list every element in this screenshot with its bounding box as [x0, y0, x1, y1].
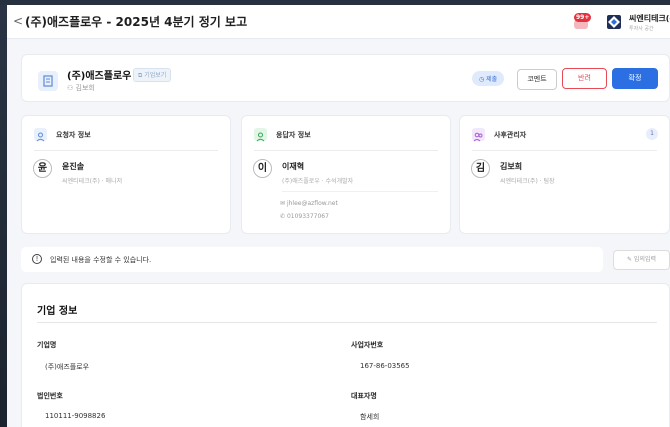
report-summary-card: (주)애즈플로우 ⧉ 기업보기 ⚇ 김보희 ◷ 제출 코멘트 반려 확정	[21, 54, 670, 102]
avatar: 윤	[33, 159, 52, 178]
temp-input-button[interactable]: ✎ 임의입력	[613, 250, 670, 270]
page-header: < (주)애즈플로우 - 2025년 4분기 정기 보고 99+ 씨엔티테크(주…	[7, 5, 670, 39]
reject-button[interactable]: 반려	[562, 68, 607, 89]
field-value: 110111-9098826	[45, 412, 106, 420]
respondent-email-text: jhlee@azflow.net	[286, 200, 338, 207]
manager-name: 김보희	[500, 162, 523, 171]
field-label: 법인번호	[37, 392, 63, 400]
company-info-card: 기업 정보 기업명 (주)애즈플로우 사업자번호 167-86-03565 법인…	[21, 283, 670, 427]
company-info-title: 기업 정보	[37, 306, 78, 317]
respondent-name: 이재혁	[282, 162, 305, 171]
requester-name: 윤진솔	[62, 162, 85, 171]
mail-icon: ✉	[280, 200, 287, 207]
respondent-phone-text: 01093377067	[286, 213, 329, 220]
pencil-icon: ✎	[626, 256, 634, 263]
user-icon	[254, 128, 267, 142]
divider	[37, 322, 657, 323]
status-badge: ◷ 제출	[472, 71, 505, 86]
divider	[254, 150, 438, 151]
report-company-name: (주)애즈플로우	[67, 71, 132, 82]
field-label: 사업자번호	[351, 341, 384, 349]
field-value: (주)애즈플로우	[45, 363, 90, 371]
building-icon	[38, 71, 58, 91]
comment-button[interactable]: 코멘트	[517, 69, 557, 90]
temp-input-label: 임의입력	[633, 256, 657, 263]
edit-notice-text: 입력된 내용을 수정할 수 있습니다.	[50, 256, 152, 264]
report-person: ⚇ 김보희	[67, 83, 95, 93]
field-label: 기업명	[37, 341, 57, 349]
company-switcher[interactable]: 씨엔티테크(주)	[629, 13, 670, 24]
manager-count-badge: 1	[646, 128, 658, 140]
view-company-link[interactable]: ⧉ 기업보기	[133, 68, 172, 82]
edit-notice-bar: ! 입력된 내용을 수정할 수 있습니다.	[21, 247, 603, 272]
respondent-phone[interactable]: ✆ 01093377067	[280, 213, 329, 220]
phone-icon: ✆	[280, 213, 287, 220]
notification-button[interactable]: 99+	[570, 12, 594, 32]
divider	[472, 150, 657, 151]
manager-title: 사후관리자	[494, 131, 527, 139]
divider	[282, 191, 438, 192]
respondent-title: 응답자 정보	[276, 131, 311, 139]
back-button[interactable]: <	[13, 14, 23, 28]
confirm-button[interactable]: 확정	[612, 68, 658, 89]
requester-title: 요청자 정보	[56, 131, 91, 139]
page-title: (주)애즈플로우 - 2025년 4분기 정기 보고	[25, 15, 248, 29]
person-icon: ⚇	[67, 84, 76, 92]
notification-badge: 99+	[574, 13, 592, 22]
window-left-strip	[0, 5, 7, 427]
status-label: 제출	[486, 76, 498, 83]
field-value: 167-86-03565	[360, 362, 410, 370]
respondent-card: 응답자 정보 이 이재혁 (주)애즈플로우 · 수석개발자 ✉ jhlee@az…	[241, 115, 451, 234]
field-value: 함세희	[360, 413, 380, 421]
manager-card: 사후관리자 1 김 김보희 씨엔티테크(주) · 팀장	[459, 115, 670, 234]
field-label: 대표자명	[351, 392, 377, 400]
avatar: 김	[471, 159, 490, 178]
avatar: 이	[253, 159, 272, 178]
info-icon: !	[32, 254, 42, 264]
company-subtitle: 투자사 공간	[629, 26, 654, 32]
respondent-meta: (주)애즈플로우 · 수석개발자	[282, 178, 354, 185]
requester-card: 요청자 정보 윤 윤진솔 씨엔티테크(주) · 매니저	[21, 115, 231, 234]
user-icon	[34, 128, 47, 142]
users-icon	[472, 128, 485, 142]
manager-meta: 씨엔티테크(주) · 팀장	[500, 178, 555, 185]
company-logo-icon	[607, 15, 621, 29]
respondent-email[interactable]: ✉ jhlee@azflow.net	[280, 200, 338, 207]
requester-meta: 씨엔티테크(주) · 매니저	[62, 178, 123, 185]
divider	[34, 150, 218, 151]
report-person-name: 김보희	[75, 84, 95, 92]
